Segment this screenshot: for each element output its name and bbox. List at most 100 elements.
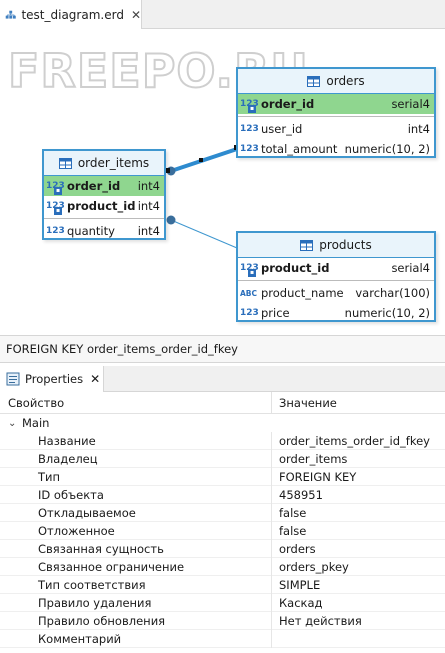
- column-header-value[interactable]: Значение: [272, 396, 337, 410]
- property-rows: Название order_items_order_id_fkey Владеле…: [0, 431, 445, 648]
- selection-status: FOREIGN KEY order_items_order_id_fkey: [0, 335, 445, 363]
- table-row[interactable]: Связанное ограничение orders_pkey: [0, 557, 445, 576]
- property-value[interactable]: false: [272, 522, 306, 540]
- table-row[interactable]: Правило удаления Каскад: [0, 593, 445, 612]
- properties-icon: [6, 372, 20, 386]
- table-row[interactable]: Отложенное false: [0, 521, 445, 540]
- property-value[interactable]: orders_pkey: [272, 558, 349, 576]
- numeric-column-icon: 123 ▪: [240, 263, 259, 277]
- property-value[interactable]: FOREIGN KEY: [272, 468, 356, 486]
- close-icon[interactable]: ✕: [90, 372, 100, 386]
- column-header-property[interactable]: Свойство: [0, 391, 272, 414]
- editor-tabbar: test_diagram.erd ✕: [0, 0, 445, 29]
- table-row[interactable]: Тип соответствия SIMPLE: [0, 575, 445, 594]
- column-row[interactable]: 123 ▪ product_id int4: [44, 196, 164, 216]
- close-icon[interactable]: ✕: [131, 8, 141, 22]
- entity-name: orders: [326, 74, 365, 88]
- table-row[interactable]: Владелец order_items: [0, 449, 445, 468]
- column-name: user_id: [261, 122, 303, 136]
- property-value[interactable]: [272, 630, 279, 648]
- column-type: int4: [137, 179, 160, 193]
- column-row[interactable]: 123 quantity int4: [44, 221, 164, 241]
- property-value[interactable]: false: [272, 504, 306, 522]
- table-row[interactable]: Связанная сущность orders: [0, 539, 445, 558]
- table-row[interactable]: Тип FOREIGN KEY: [0, 467, 445, 486]
- property-value[interactable]: order_items_order_id_fkey: [272, 432, 430, 450]
- property-value[interactable]: 458951: [272, 486, 323, 504]
- property-name: Владелец: [0, 449, 272, 468]
- entity-products[interactable]: products 123 ▪ product_id serial4 ABC pro…: [236, 231, 436, 322]
- divider: [238, 280, 434, 281]
- property-value[interactable]: orders: [272, 540, 316, 558]
- column-type: int4: [407, 122, 430, 136]
- tab-test-diagram[interactable]: test_diagram.erd ✕: [0, 0, 142, 29]
- column-name: order_id: [261, 97, 315, 111]
- diagram-canvas[interactable]: FREEPO.RU orders 123 ▪ order_id serial4 1: [0, 29, 445, 335]
- group-main[interactable]: ⌄ Main: [0, 414, 445, 432]
- property-name: Название: [0, 431, 272, 450]
- column-type: int4: [137, 199, 160, 213]
- fk-link-order-items-products[interactable]: [166, 215, 238, 249]
- table-row[interactable]: Комментарий: [0, 629, 445, 648]
- table-header: Свойство Значение: [0, 391, 445, 414]
- column-type: serial4: [391, 261, 430, 275]
- numeric-column-icon: 123 ▪: [46, 181, 65, 195]
- property-value[interactable]: Нет действия: [272, 612, 362, 630]
- properties-table: Свойство Значение ⌄ Main Название order_i…: [0, 391, 445, 653]
- column-row[interactable]: 123 price numeric(10, 2): [238, 303, 434, 323]
- numeric-column-icon: 123: [46, 226, 65, 236]
- property-name: Комментарий: [0, 629, 272, 648]
- tab-label: test_diagram.erd: [21, 7, 124, 22]
- property-name: Правило обновления: [0, 611, 272, 630]
- column-type: int4: [137, 224, 160, 238]
- column-row[interactable]: ABC product_name varchar(100): [238, 283, 434, 303]
- table-row[interactable]: ID объекта 458951: [0, 485, 445, 504]
- property-name: Откладываемое: [0, 503, 272, 522]
- table-row[interactable]: Откладываемое false: [0, 503, 445, 522]
- property-value[interactable]: order_items: [272, 450, 347, 468]
- column-row[interactable]: 123 ▪ order_id int4: [44, 176, 164, 196]
- property-name: Тип соответствия: [0, 575, 272, 594]
- column-type: numeric(10, 2): [344, 306, 430, 320]
- property-name: Правило удаления: [0, 593, 272, 612]
- column-type: serial4: [391, 97, 430, 111]
- property-name: ID объекта: [0, 485, 272, 504]
- column-row[interactable]: 123 ▪ product_id serial4: [238, 258, 434, 278]
- column-name: price: [261, 306, 290, 320]
- diagram-icon: [5, 10, 16, 19]
- column-name: product_id: [261, 261, 330, 275]
- text-column-icon: ABC: [240, 288, 258, 298]
- group-label: Main: [22, 416, 50, 430]
- column-row[interactable]: 123 user_id int4: [238, 119, 434, 139]
- tab-label: Properties: [25, 372, 84, 386]
- column-name: product_id: [67, 199, 136, 213]
- table-row[interactable]: Название order_items_order_id_fkey: [0, 431, 445, 450]
- property-name: Тип: [0, 467, 272, 486]
- fk-link-order-items-orders[interactable]: [166, 145, 238, 176]
- column-name: total_amount: [261, 142, 338, 156]
- key-icon: ▪: [248, 269, 256, 277]
- table-icon: [300, 239, 314, 251]
- numeric-column-icon: 123: [240, 308, 259, 318]
- entity-header[interactable]: order_items: [44, 151, 164, 176]
- key-icon: ▪: [54, 187, 62, 195]
- properties-tabbar: Properties ✕: [0, 366, 445, 392]
- numeric-column-icon: 123 ▪: [240, 99, 259, 113]
- property-name: Связанное ограничение: [0, 557, 272, 576]
- chevron-down-icon[interactable]: ⌄: [8, 418, 22, 429]
- column-row[interactable]: 123 total_amount numeric(10, 2): [238, 139, 434, 159]
- table-row[interactable]: Правило обновления Нет действия: [0, 611, 445, 630]
- property-value[interactable]: Каскад: [272, 594, 322, 612]
- entity-order-items[interactable]: order_items 123 ▪ order_id int4 123 ▪ prod…: [42, 149, 166, 240]
- numeric-column-icon: 123: [240, 144, 259, 154]
- numeric-column-icon: 123: [240, 124, 259, 134]
- column-row[interactable]: 123 ▪ order_id serial4: [238, 94, 434, 114]
- column-name: quantity: [67, 224, 115, 238]
- tab-properties[interactable]: Properties ✕: [0, 366, 104, 392]
- entity-header[interactable]: orders: [238, 69, 434, 94]
- divider: [238, 116, 434, 117]
- entity-header[interactable]: products: [238, 233, 434, 258]
- property-value[interactable]: SIMPLE: [272, 576, 320, 594]
- key-icon: ▪: [248, 105, 256, 113]
- entity-orders[interactable]: orders 123 ▪ order_id serial4 123 user_id…: [236, 67, 436, 158]
